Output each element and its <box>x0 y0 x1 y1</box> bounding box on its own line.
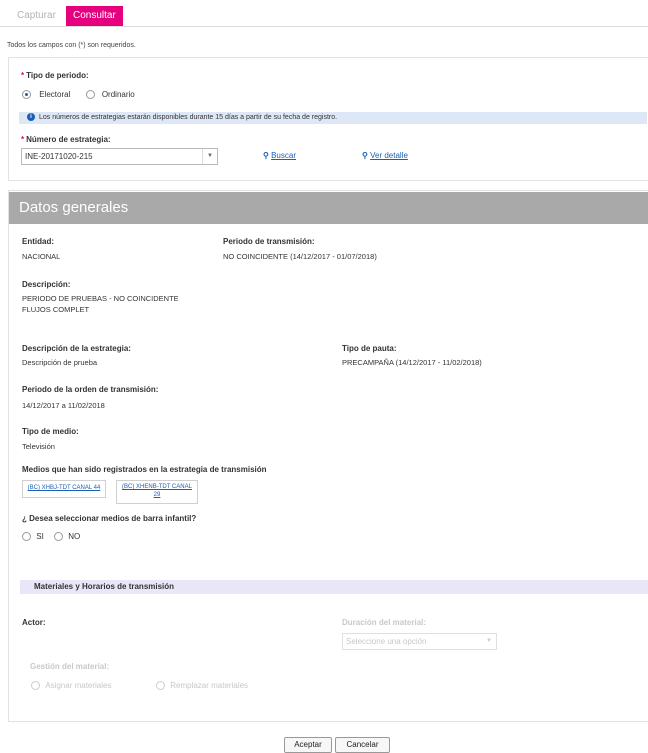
chevron-down-icon: ▼ <box>202 149 217 164</box>
info-banner: i Los números de estrategias estarán disp… <box>19 112 647 124</box>
radio-no[interactable] <box>54 532 64 542</box>
gestion-label: Gestión del material: <box>30 662 110 671</box>
entidad-value: NACIONAL <box>22 252 61 261</box>
actor-label: Actor: <box>22 618 46 627</box>
barra-infantil-label: ¿ Desea seleccionar medios de barra infa… <box>22 514 197 523</box>
descripcion-line-1: PERIODO DE PRUEBAS - NO COINCIDENTE <box>22 294 179 303</box>
tipo-pauta-value: PRECAMPAÑA (14/12/2017 - 11/02/2018) <box>342 358 482 367</box>
desc-estrategia-label: Descripción de la estrategia: <box>22 344 131 353</box>
duracion-select[interactable]: Seleccione una opción ▼ <box>342 633 497 650</box>
descripcion-label: Descripción: <box>22 280 71 289</box>
periodo-orden-value: 14/12/2017 a 11/02/2018 <box>22 401 105 410</box>
radio-no-label: NO <box>68 532 81 541</box>
search-icon: ⚲ <box>362 151 368 160</box>
medio-chip-label: (BC) XHBJ-TDT CANAL 44 <box>27 485 101 491</box>
info-text: Los números de estrategias estarán dispo… <box>39 114 338 121</box>
medio-chip[interactable]: (BC) XHENB-TDT CANAL 29 <box>116 480 198 504</box>
periodo-radio-group: Electoral Ordinario <box>22 90 135 100</box>
buscar-link-text: Buscar <box>271 151 296 160</box>
estrategia-value: INE-20171020-215 <box>25 152 93 161</box>
radio-si-label: SI <box>36 532 44 541</box>
periodo-trans-label: Periodo de transmisión: <box>223 237 315 246</box>
radio-remplazar-label: Remplazar materiales <box>170 681 249 690</box>
tab-bar: Capturar Consultar <box>0 6 648 27</box>
datos-title: Datos generales <box>19 199 129 216</box>
tab-capturar[interactable]: Capturar <box>17 6 56 26</box>
entidad-label: Entidad: <box>22 237 54 246</box>
medio-chip-label: 29 <box>153 492 161 498</box>
estrategia-select[interactable]: INE-20171020-215 ▼ <box>21 148 218 165</box>
descripcion-line-2: FLUJOS COMPLET <box>22 305 90 314</box>
radio-ordinario-label: Ordinario <box>101 90 135 99</box>
periodo-orden-label: Periodo de la orden de transmisión: <box>22 385 159 394</box>
barra-infantil-radio-group: SI NO <box>22 532 81 542</box>
tab-consultar[interactable]: Consultar <box>66 6 123 26</box>
buscar-link[interactable]: ⚲ Buscar <box>263 151 296 160</box>
cancelar-button[interactable]: Cancelar <box>335 737 390 753</box>
datos-header: Datos generales <box>9 192 648 224</box>
ver-detalle-link[interactable]: ⚲ Ver detalle <box>362 151 408 160</box>
duracion-label: Duración del material: <box>342 618 427 627</box>
materiales-title: Materiales y Horarios de transmisión <box>34 582 175 591</box>
ver-detalle-link-text: Ver detalle <box>370 151 408 160</box>
desc-estrategia-value: Descripción de prueba <box>22 358 98 367</box>
gestion-radio-group: Remplazar materiales <box>156 681 249 691</box>
tipo-medio-value: Televisión <box>22 442 55 451</box>
medios-label: Medios que han sido registrados en la es… <box>22 465 267 474</box>
aceptar-button[interactable]: Aceptar <box>284 737 332 753</box>
required-mark: * <box>21 71 25 80</box>
medio-chip-label: (BC) XHENB-TDT CANAL <box>122 484 192 490</box>
radio-electoral[interactable] <box>22 90 31 100</box>
datos-card <box>8 190 648 722</box>
gestion-radio-group: Asignar materiales <box>31 681 112 691</box>
estrategia-label-text: Número de estrategia: <box>26 135 111 144</box>
required-mark: * <box>21 135 25 144</box>
radio-asignar-label: Asignar materiales <box>45 681 112 690</box>
radio-remplazar[interactable] <box>156 681 165 691</box>
materiales-header: Materiales y Horarios de transmisión <box>20 580 648 594</box>
periodo-trans-value: NO COINCIDENTE (14/12/2017 - 01/07/2018) <box>223 252 377 261</box>
required-note: Todos los campos con (*) son requeridos. <box>7 42 136 49</box>
medio-chip[interactable]: (BC) XHBJ-TDT CANAL 44 <box>22 480 106 498</box>
periodo-label: * Tipo de periodo: <box>21 71 89 80</box>
chevron-down-icon: ▼ <box>486 638 492 644</box>
duracion-placeholder: Seleccione una opción <box>346 637 427 646</box>
tipo-medio-label: Tipo de medio: <box>22 427 79 436</box>
estrategia-label: * Número de estrategia: <box>21 135 111 144</box>
radio-electoral-label: Electoral <box>39 90 71 99</box>
radio-asignar[interactable] <box>31 681 40 691</box>
radio-ordinario[interactable] <box>85 90 95 100</box>
tipo-pauta-label: Tipo de pauta: <box>342 344 397 353</box>
periodo-label-text: Tipo de periodo: <box>26 71 89 80</box>
search-icon: ⚲ <box>263 151 269 160</box>
info-icon: i <box>27 113 35 122</box>
radio-si[interactable] <box>22 532 31 542</box>
